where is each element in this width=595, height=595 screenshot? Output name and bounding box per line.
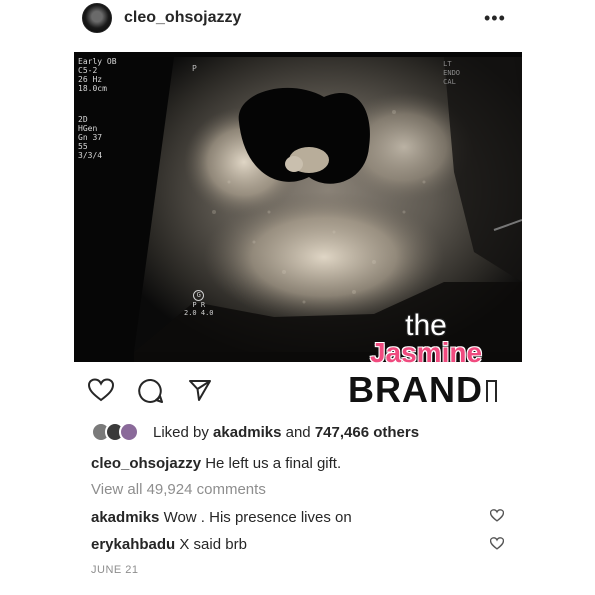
scan-line: LT: [443, 60, 452, 68]
watermark-the: the: [405, 309, 447, 342]
scan-marker: P: [192, 64, 197, 73]
comment-like-icon[interactable]: [489, 509, 505, 527]
probe-values: 2.0 4.0: [184, 309, 214, 317]
probe-indicator: G P R 2.0 4.0: [184, 290, 214, 317]
scan-line: CAL: [443, 78, 456, 86]
scan-line: 2D: [78, 115, 88, 124]
share-icon[interactable]: [188, 378, 212, 407]
liker-avatars: [91, 422, 151, 442]
scan-line: 3/3/4: [78, 151, 103, 160]
bookmark-icon[interactable]: [486, 380, 497, 402]
avatar[interactable]: [82, 3, 112, 33]
post-header: cleo_ohsojazzy •••: [0, 0, 595, 46]
likes-count[interactable]: 747,466 others: [315, 424, 419, 441]
heart-icon[interactable]: [87, 378, 115, 407]
comment-item: erykahbadu X said brb: [91, 536, 247, 553]
scan-line: Gn 37: [78, 133, 103, 142]
comment-text: X said brb: [179, 536, 247, 553]
caption-text: He left us a final gift.: [205, 455, 342, 472]
more-options-button[interactable]: •••: [484, 8, 506, 29]
post-caption: cleo_ohsojazzy He left us a final gift.: [91, 455, 341, 472]
comment-like-icon[interactable]: [489, 537, 505, 555]
probe-pr: P R: [192, 301, 206, 309]
likes-prefix: Liked by: [153, 424, 209, 441]
likes-and: and: [285, 424, 311, 441]
watermark-brand: BRAND: [348, 369, 483, 410]
scan-settings-bottom: 2D HGen Gn 37 55 3/3/4: [78, 115, 102, 160]
comment-icon[interactable]: [138, 378, 164, 409]
watermark-jasmine: Jasmine: [369, 337, 483, 368]
post-username[interactable]: cleo_ohsojazzy: [124, 9, 241, 27]
comment-username[interactable]: akadmiks: [91, 509, 159, 526]
view-all-comments-link[interactable]: View all 49,924 comments: [91, 481, 266, 498]
comment-item: akadmiks Wow . His presence lives on: [91, 509, 352, 526]
scan-line: 26 Hz: [78, 75, 103, 84]
scan-line: 55: [78, 142, 88, 151]
scan-line: Early OB: [78, 57, 117, 66]
scan-line: ENDO: [443, 69, 460, 77]
caption-username[interactable]: cleo_ohsojazzy: [91, 455, 201, 472]
scan-line: 18.0cm: [78, 84, 107, 93]
probe-g: G: [193, 290, 205, 301]
likes-text: Liked by akadmiks and 747,466 others: [153, 424, 419, 441]
comment-username[interactable]: erykahbadu: [91, 536, 175, 553]
avatar: [119, 422, 139, 442]
scan-settings-top: Early OB C5-2 26 Hz 18.0cm: [78, 57, 117, 93]
scan-settings-right: LT ENDO CAL: [443, 60, 460, 87]
liker-username[interactable]: akadmiks: [213, 424, 281, 441]
watermark-logo: the Jasmine: [336, 309, 516, 368]
scan-line: HGen: [78, 124, 98, 133]
scan-line: C5-2: [78, 66, 98, 75]
comment-text: Wow . His presence lives on: [163, 509, 352, 526]
post-date: JUNE 21: [91, 564, 139, 576]
